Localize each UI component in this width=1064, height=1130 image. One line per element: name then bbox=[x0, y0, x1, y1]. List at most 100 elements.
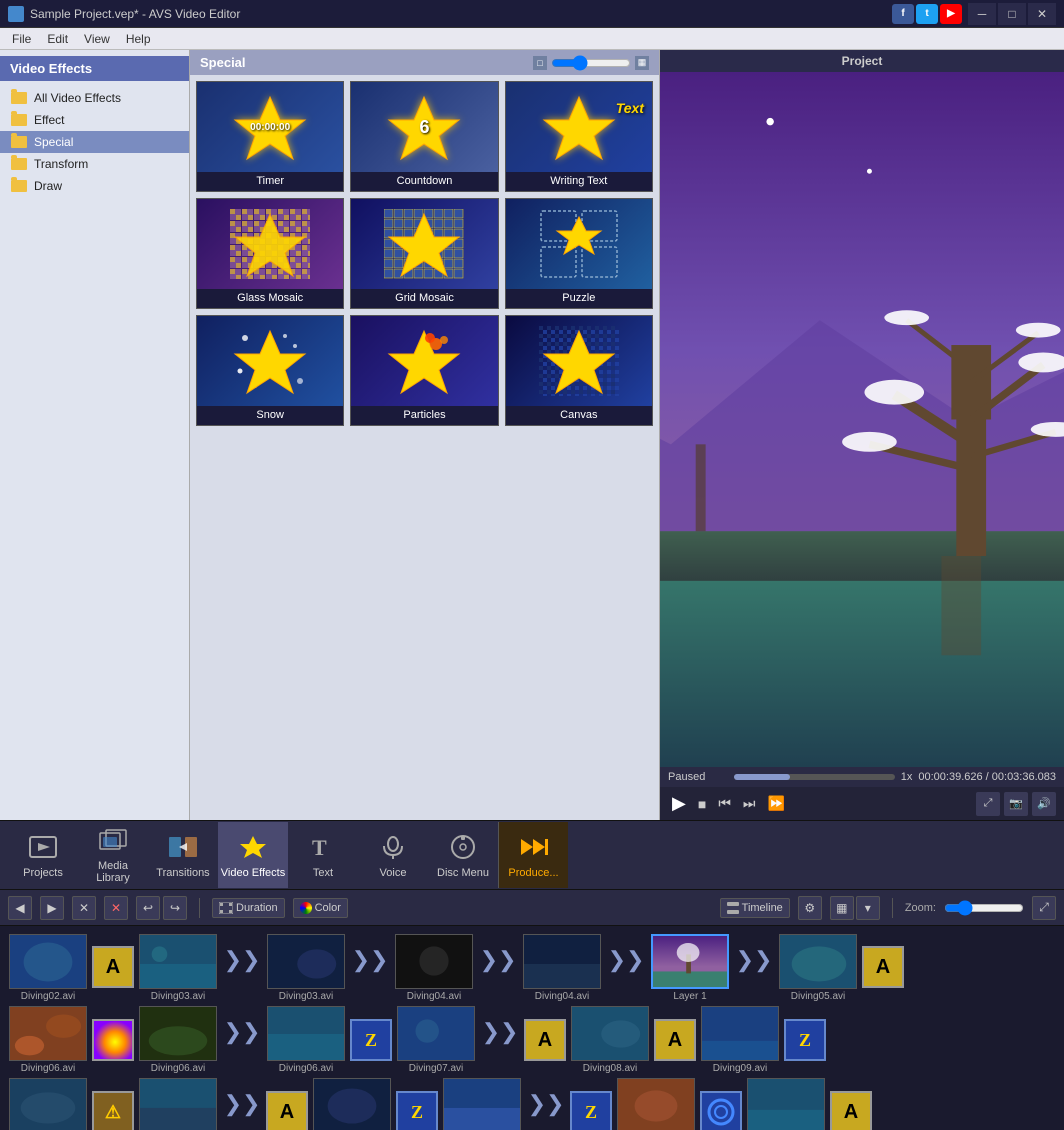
timeline-cancel-button[interactable]: ✕ bbox=[72, 896, 96, 920]
effect-glass-mosaic[interactable]: Glass Mosaic bbox=[196, 198, 344, 309]
step-forward-button[interactable]: ⏩ bbox=[764, 793, 789, 814]
toolbar-transitions[interactable]: Transitions bbox=[148, 822, 218, 888]
facebook-icon[interactable]: f bbox=[892, 4, 914, 24]
screenshot-button[interactable]: 📷 bbox=[1004, 792, 1028, 816]
redo-button[interactable]: ↪ bbox=[163, 896, 187, 920]
toolbar-media-library[interactable]: Media Library bbox=[78, 822, 148, 888]
diving03b-preview bbox=[268, 934, 344, 989]
play-button[interactable]: ▶ bbox=[668, 791, 690, 816]
audio-settings-button[interactable]: ⚙ bbox=[798, 896, 822, 920]
timeline-bar: ◀ ▶ ✕ ✕ ↩ ↪ Duration Color Timeline ⚙ ▦ … bbox=[0, 890, 1064, 926]
effect-swirl[interactable] bbox=[92, 1019, 134, 1061]
stop-button[interactable]: ■ bbox=[694, 794, 710, 814]
prev-frame-button[interactable]: ⏮ bbox=[714, 793, 735, 814]
effect-a5[interactable]: A bbox=[266, 1091, 308, 1130]
timeline-prev-button[interactable]: ◀ bbox=[8, 896, 32, 920]
view-toggle-button[interactable]: ▦ bbox=[830, 896, 854, 920]
timeline-clip-photo10[interactable]: photo10.jpg bbox=[442, 1078, 522, 1130]
effect-snow[interactable]: Snow bbox=[196, 315, 344, 426]
effect-a3[interactable]: A bbox=[524, 1019, 566, 1061]
sidebar-item-special[interactable]: Special bbox=[0, 131, 189, 153]
sidebar-item-draw[interactable]: Draw bbox=[0, 175, 189, 197]
toolbar-produce[interactable]: Produce... bbox=[498, 822, 568, 888]
twitter-icon[interactable]: t bbox=[916, 4, 938, 24]
timeline-clip-diving11[interactable]: Diving11.avi bbox=[138, 1078, 218, 1130]
effect-puzzle[interactable]: Puzzle bbox=[505, 198, 653, 309]
effect-z3[interactable]: Z bbox=[396, 1091, 438, 1130]
close-button[interactable]: ✕ bbox=[1028, 3, 1056, 25]
effect-particles[interactable]: Particles bbox=[350, 315, 498, 426]
timeline-clip-photo08[interactable]: photo08.jpg bbox=[616, 1078, 696, 1130]
sidebar-item-transform[interactable]: Transform bbox=[0, 153, 189, 175]
diving12-preview bbox=[314, 1078, 390, 1130]
diving03a-preview bbox=[140, 934, 216, 989]
toolbar-video-effects[interactable]: Video Effects bbox=[218, 822, 288, 888]
timeline-clip-diving05[interactable]: Diving05.avi bbox=[778, 934, 858, 1002]
timeline-clip-diving08[interactable]: Diving08.avi bbox=[570, 1006, 650, 1074]
volume-button[interactable]: 🔊 bbox=[1032, 792, 1056, 816]
restore-button[interactable]: □ bbox=[998, 3, 1026, 25]
effect-countdown[interactable]: 6 Countdown bbox=[350, 81, 498, 192]
text-effect-a1[interactable]: A bbox=[92, 946, 134, 990]
next-frame-button[interactable]: ⏭ bbox=[739, 793, 760, 814]
effects-view-toggle[interactable]: □ bbox=[533, 56, 547, 70]
effect-writing-text[interactable]: Text Writing Text bbox=[505, 81, 653, 192]
effect-z4[interactable]: Z bbox=[570, 1091, 612, 1130]
effect-warn[interactable]: ⚠ bbox=[92, 1091, 134, 1130]
menu-view[interactable]: View bbox=[76, 28, 118, 50]
toolbar-disc-menu[interactable]: Disc Menu bbox=[428, 822, 498, 888]
timeline-clip-diving12[interactable]: Diving12.avi bbox=[312, 1078, 392, 1130]
minimize-button[interactable]: ─ bbox=[968, 3, 996, 25]
undo-button[interactable]: ↩ bbox=[136, 896, 160, 920]
effect-z1[interactable]: Z bbox=[350, 1019, 392, 1061]
toolbar-projects[interactable]: Projects bbox=[8, 822, 78, 888]
sidebar-item-all-video-effects[interactable]: All Video Effects bbox=[0, 87, 189, 109]
timeline-clip-diving03a[interactable]: Diving03.avi bbox=[138, 934, 218, 1002]
menu-help[interactable]: Help bbox=[118, 28, 159, 50]
transition-arrow-3: ❯❯ bbox=[478, 947, 518, 973]
timeline-clip-diving10[interactable]: Diving10.avi bbox=[8, 1078, 88, 1130]
timeline-clip-diving04a[interactable]: Diving04.avi bbox=[394, 934, 474, 1002]
view-options: ▦ ▾ bbox=[830, 896, 880, 920]
toolbar-voice[interactable]: Voice bbox=[358, 822, 428, 888]
folder-icon bbox=[11, 136, 27, 148]
sidebar-item-effect[interactable]: Effect bbox=[0, 109, 189, 131]
color-button[interactable]: Color bbox=[293, 898, 348, 918]
effects-size-slider[interactable] bbox=[551, 58, 631, 68]
duration-button[interactable]: Duration bbox=[212, 898, 285, 918]
timeline-delete-button[interactable]: ✕ bbox=[104, 896, 128, 920]
timeline-clip-diving04b[interactable]: Diving04.avi bbox=[522, 934, 602, 1002]
effect-circle[interactable] bbox=[700, 1091, 742, 1130]
effect-a4[interactable]: A bbox=[654, 1019, 696, 1061]
timeline-clip-diving09[interactable]: Diving09.avi bbox=[700, 1006, 780, 1074]
effect-timer[interactable]: 00:00:00 Timer bbox=[196, 81, 344, 192]
zoom-slider[interactable] bbox=[944, 904, 1024, 912]
effects-grid-toggle[interactable]: ▦ bbox=[635, 56, 649, 70]
effect-a5-thumb: A bbox=[266, 1091, 308, 1130]
timeline-clip-diving06b[interactable]: Diving06.avi bbox=[138, 1006, 218, 1074]
preview-time: 00:00:39.626 / 00:03:36.083 bbox=[918, 771, 1056, 783]
view-dropdown-button[interactable]: ▾ bbox=[856, 896, 880, 920]
menu-edit[interactable]: Edit bbox=[39, 28, 76, 50]
youtube-icon[interactable]: ▶ bbox=[940, 4, 962, 24]
timeline-clip-photo11[interactable]: photo11.jpg bbox=[746, 1078, 826, 1130]
timeline-clip-diving07a[interactable]: Diving07.avi bbox=[396, 1006, 476, 1074]
timeline-next-button[interactable]: ▶ bbox=[40, 896, 64, 920]
effect-a6[interactable]: A bbox=[830, 1091, 872, 1130]
effect-grid-mosaic[interactable]: Grid Mosaic bbox=[350, 198, 498, 309]
timeline-clip-layer1[interactable]: Layer 1 bbox=[650, 934, 730, 1002]
timeline-clip-diving03b[interactable]: Diving03.avi bbox=[266, 934, 346, 1002]
menu-file[interactable]: File bbox=[4, 28, 39, 50]
timeline-clip-diving06a[interactable]: Diving06.avi bbox=[8, 1006, 88, 1074]
timeline-clip-diving06c[interactable]: Diving06.avi bbox=[266, 1006, 346, 1074]
preview-seekbar[interactable] bbox=[734, 774, 895, 780]
effect-canvas[interactable]: Canvas bbox=[505, 315, 653, 426]
fit-to-window-button[interactable]: ⤢ bbox=[1032, 896, 1056, 920]
fullscreen-button[interactable]: ⤢ bbox=[976, 792, 1000, 816]
toolbar-text[interactable]: T Text bbox=[288, 822, 358, 888]
produce-icon bbox=[518, 831, 550, 863]
text-effect-a2[interactable]: A bbox=[862, 946, 904, 990]
timeline-view-button[interactable]: Timeline bbox=[720, 898, 790, 918]
timeline-clip-diving02[interactable]: Diving02.avi bbox=[8, 934, 88, 1002]
effect-z2[interactable]: Z bbox=[784, 1019, 826, 1061]
